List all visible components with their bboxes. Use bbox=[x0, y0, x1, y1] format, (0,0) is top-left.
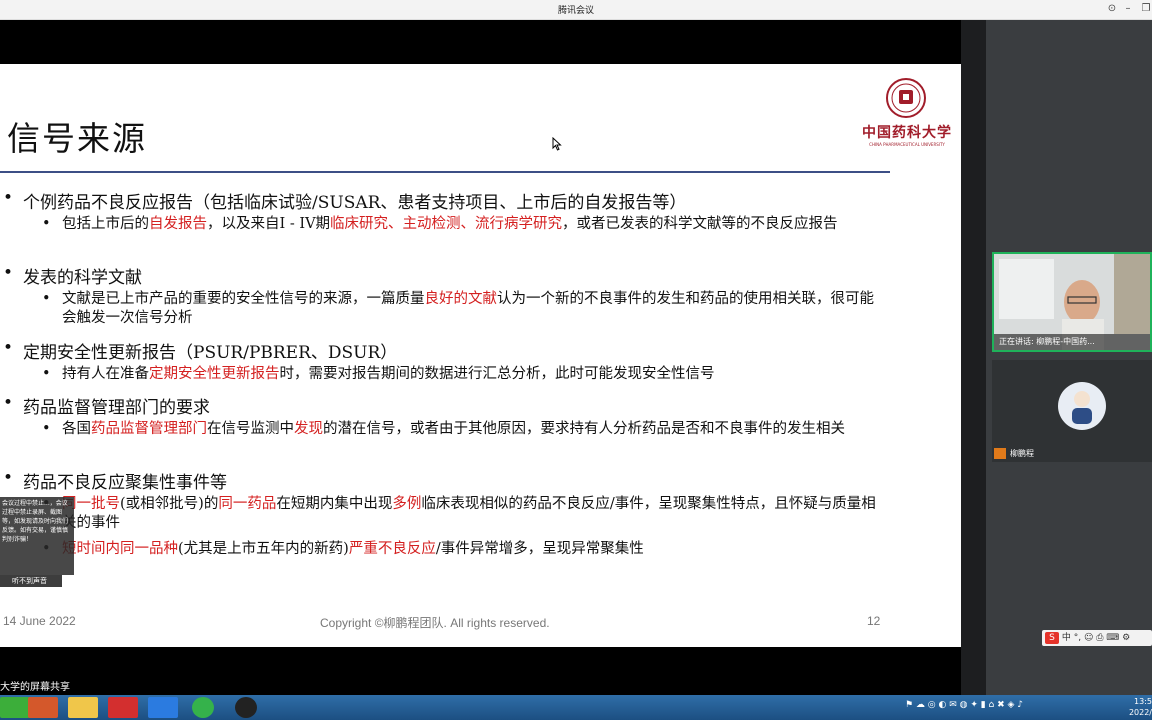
footer-page-number: 12 bbox=[867, 614, 881, 628]
logo-subtext: CHINA PHARMACEUTICAL UNIVERSITY bbox=[869, 142, 945, 147]
footer-date: 14 June 2022 bbox=[3, 614, 76, 628]
start-button-icon[interactable] bbox=[0, 697, 30, 718]
sub-bullet-text: 短时间内同一品种(尤其是上市五年内的新药)严重不良反应/事件异常增多，呈现异常聚… bbox=[62, 540, 884, 559]
sub-bullet-item: • 持有人在准备定期安全性更新报告时，需要对报告期间的数据进行汇总分析，此时可能发… bbox=[42, 365, 884, 384]
participant-panel bbox=[961, 20, 1152, 695]
sub-bullet-item: • 文献是已上市产品的重要的安全性信号的来源，一篇质量良好的文献认为一个新的不良事… bbox=[42, 290, 884, 328]
window-titlebar: 腾讯会议 ⊙ – ❐ bbox=[0, 0, 1152, 20]
sub-bullet-marker: • bbox=[42, 421, 51, 437]
clock[interactable]: 13:5 2022/ bbox=[1118, 696, 1152, 718]
text-run: 包括上市后的 bbox=[62, 216, 149, 232]
taskbar: ⚑ ☁ ◎ ◐ ✉ ◍ ✦ ▮ ⌂ ✖ ◈ ♪ 13:5 2022/ bbox=[0, 695, 1152, 720]
no-audio-label: 听不到声音 bbox=[12, 577, 47, 585]
avatar-illustration-icon bbox=[1072, 391, 1092, 424]
sub-bullet-text: 同一批号(或相邻批号)的同一药品在短期内集中出现多例临床表现相似的药品不良反应/… bbox=[62, 495, 884, 533]
sub-bullet-item: •短时间内同一品种(尤其是上市五年内的新药)严重不良反应/事件异常增多，呈现异常… bbox=[42, 540, 884, 559]
bullet-text: 发表的科学文献 bbox=[23, 268, 142, 288]
minimize-icon[interactable]: – bbox=[1121, 2, 1135, 16]
highlighted-text: 发现 bbox=[294, 421, 323, 437]
text-run: 的潜在信号，或者由于其他原因，要求持有人分析药品是否和不良事件的发生相关 bbox=[323, 421, 845, 437]
sub-bullet-item: •同一批号(或相邻批号)的同一药品在短期内集中出现多例临床表现相似的药品不良反应… bbox=[42, 495, 884, 533]
screen-share-area: 信号来源 中国药科大学 CHINA PHARMACEUTICAL UNIVERS… bbox=[0, 20, 961, 695]
window-title: 腾讯会议 bbox=[557, 6, 594, 16]
sogou-icon: S bbox=[1045, 632, 1059, 644]
bullet-text: 药品不良反应聚集性事件等 bbox=[23, 473, 227, 493]
university-logo: 中国药科大学 CHINA PHARMACEUTICAL UNIVERSITY bbox=[862, 76, 952, 156]
text-run: 持有人在准备 bbox=[62, 366, 149, 382]
bullet-marker: • bbox=[3, 263, 14, 283]
text-run: /事件异常增多，呈现异常聚集性 bbox=[435, 541, 644, 557]
participant-caption: 柳鹏程 bbox=[1010, 449, 1034, 458]
clock-time: 13:5 bbox=[1134, 697, 1152, 706]
clock-date: 2022/ bbox=[1128, 708, 1152, 717]
bullet-marker: • bbox=[3, 338, 14, 358]
mouse-cursor-icon bbox=[552, 137, 562, 151]
footer-copyright: Copyright ©柳鹏程团队. All rights reserved. bbox=[320, 616, 550, 630]
sub-bullet-marker: • bbox=[42, 216, 51, 232]
highlighted-text: 药品监督管理部门 bbox=[91, 421, 207, 437]
highlighted-text: 临床研究、主动检测、流行病学研究 bbox=[330, 216, 563, 232]
ime-toolbar[interactable]: S 中 °, ☺ ⎙ ⌨ ⚙ bbox=[1042, 630, 1152, 646]
sub-bullet-marker: • bbox=[42, 291, 51, 307]
wechat-icon[interactable] bbox=[192, 697, 214, 718]
obs-icon[interactable] bbox=[235, 697, 257, 718]
ime-label: 中 °, ☺ ⎙ ⌨ ⚙ bbox=[1061, 633, 1131, 643]
title-rule bbox=[0, 171, 890, 173]
bullet-marker: • bbox=[3, 188, 14, 208]
slide-title: 信号来源 bbox=[7, 119, 147, 158]
tencent-meeting-icon[interactable] bbox=[148, 697, 178, 718]
wps-icon[interactable] bbox=[108, 697, 138, 718]
system-tray[interactable]: ⚑ ☁ ◎ ◐ ✉ ◍ ✦ ▮ ⌂ ✖ ◈ ♪ bbox=[905, 700, 1023, 710]
chat-popup[interactable]: 会议过程中禁止...，会议过程中禁止录屏、截图等，如发现请及时向我们反馈。如有交… bbox=[0, 497, 74, 587]
sub-bullet-item: • 各国药品监督管理部门在信号监测中发现的潜在信号，或者由于其他原因，要求持有人分… bbox=[42, 420, 884, 439]
text-run: (或相邻批号)的 bbox=[120, 496, 219, 512]
sub-bullet-item: • 包括上市后的自发报告，以及来自I - IV期临床研究、主动检测、流行病学研究，… bbox=[42, 215, 884, 234]
screen-share-banner: 大学的屏幕共享 bbox=[0, 682, 70, 693]
text-run: 时，需要对报告期间的数据进行汇总分析，此时可能发现安全性信号 bbox=[279, 366, 715, 382]
text-run: 在短期内集中出现 bbox=[276, 496, 393, 512]
sub-bullet-text: 包括上市后的自发报告，以及来自I - IV期临床研究、主动检测、流行病学研究，或… bbox=[62, 215, 884, 234]
restore-icon[interactable]: ❐ bbox=[1139, 2, 1152, 16]
no-audio-button[interactable]: 听不到声音 bbox=[0, 575, 62, 587]
sub-bullet-text: 各国药品监督管理部门在信号监测中发现的潜在信号，或者由于其他原因，要求持有人分析… bbox=[62, 420, 884, 439]
bullet-text: 定期安全性更新报告（PSUR/PBRER、DSUR） bbox=[23, 343, 398, 363]
participant-tile[interactable]: 柳鹏程 bbox=[992, 360, 1152, 462]
highlighted-text: 定期安全性更新报告 bbox=[149, 366, 280, 382]
highlighted-text: 短时间内同一品种 bbox=[62, 541, 178, 557]
panel-strip bbox=[961, 20, 986, 695]
bullet-text: 药品监督管理部门的要求 bbox=[23, 398, 210, 418]
sub-bullet-text: 文献是已上市产品的重要的安全性信号的来源，一篇质量良好的文献认为一个新的不良事件… bbox=[62, 290, 884, 328]
text-run: (尤其是上市五年内的新药) bbox=[178, 541, 349, 557]
bullet-text: 个例药品不良反应报告（包括临床试验/SUSAR、患者支持项目、上市后的自发报告等… bbox=[23, 193, 687, 213]
sub-bullet-marker: • bbox=[42, 366, 51, 382]
active-speaker-caption: 正在讲话: 柳鹏程-中国药... bbox=[994, 334, 1150, 350]
highlighted-text: 同一药品 bbox=[218, 496, 277, 512]
pin-icon[interactable]: ⊙ bbox=[1105, 2, 1119, 16]
text-run: 在信号监测中 bbox=[207, 421, 294, 437]
text-run: 各国 bbox=[62, 421, 91, 437]
participant-avatar bbox=[1058, 382, 1106, 430]
highlighted-text: 自发报告 bbox=[149, 216, 207, 232]
text-run: ，以及来自I - IV期 bbox=[207, 216, 331, 232]
text-run: 文献是已上市产品的重要的安全性信号的来源，一篇质量 bbox=[62, 291, 425, 307]
file-explorer-icon[interactable] bbox=[68, 697, 98, 718]
bullet-marker: • bbox=[3, 393, 14, 413]
highlighted-text: 多例 bbox=[392, 496, 422, 512]
highlighted-text: 严重不良反应 bbox=[348, 541, 436, 557]
university-seal-icon bbox=[886, 78, 926, 118]
sub-bullet-text: 持有人在准备定期安全性更新报告时，需要对报告期间的数据进行汇总分析，此时可能发现… bbox=[62, 365, 884, 384]
logo-text: 中国药科大学 bbox=[862, 125, 952, 141]
bullet-marker: • bbox=[3, 468, 14, 488]
media-player-icon[interactable] bbox=[28, 697, 58, 718]
chat-message: 会议过程中禁止...，会议过程中禁止录屏、截图等，如发现请及时向我们反馈。如有交… bbox=[2, 500, 69, 543]
presentation-slide: 信号来源 中国药科大学 CHINA PHARMACEUTICAL UNIVERS… bbox=[0, 64, 961, 647]
highlighted-text: 良好的文献 bbox=[424, 291, 498, 307]
text-run: ，或者已发表的科学文献等的不良反应报告 bbox=[562, 216, 838, 232]
active-speaker-tile[interactable]: 正在讲话: 柳鹏程-中国药... bbox=[992, 252, 1152, 352]
